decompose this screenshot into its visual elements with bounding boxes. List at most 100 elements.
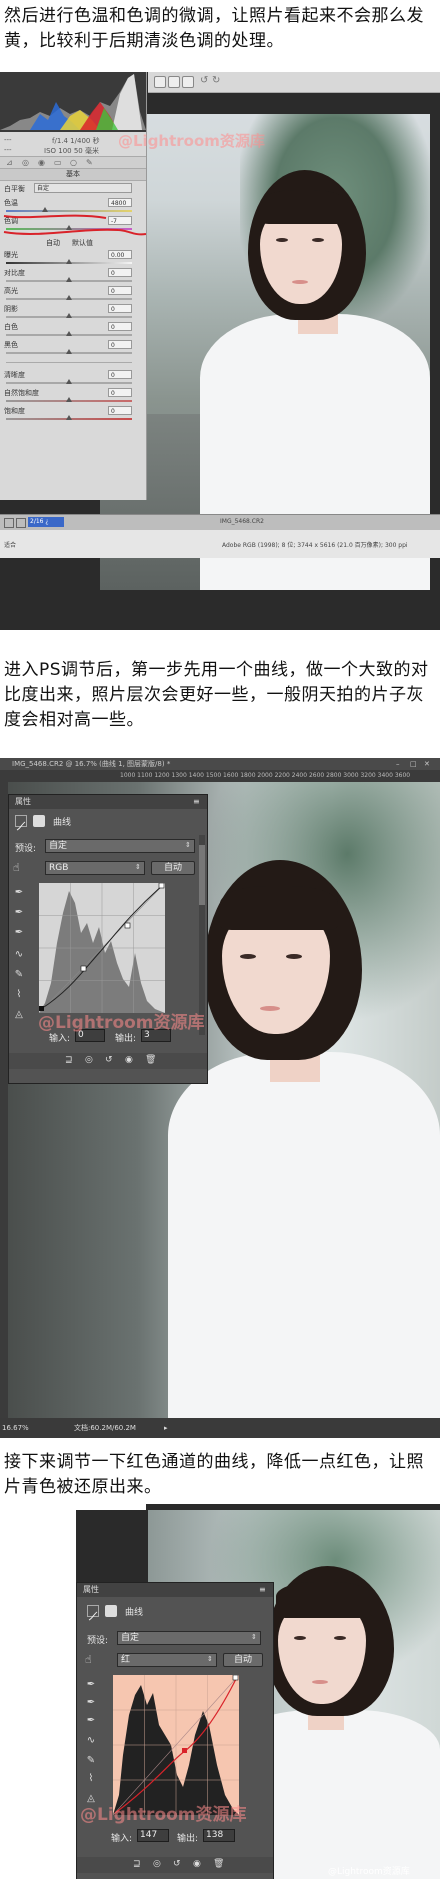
vibrance-slider-handle[interactable] [66, 397, 72, 402]
tone-default-button[interactable]: 默认值 [72, 238, 93, 248]
minimize-icon[interactable]: – [396, 758, 400, 770]
corner-watermark: @Lightroom资源库 [328, 1867, 410, 1877]
document-tab-title[interactable]: IMG_5468.CR2 @ 16.7% (曲线 1, 图层蒙版/8) * [12, 758, 170, 770]
hand-adjust-icon[interactable]: ☝ [85, 1653, 92, 1666]
status-zoom[interactable]: 16.67% [2, 1418, 29, 1438]
curve-edit-icon[interactable]: ∿ [13, 949, 25, 961]
channel-select[interactable]: 红 [117, 1653, 217, 1667]
whites-row: 白色 0 [0, 322, 146, 340]
pencil-icon[interactable]: ✎ [13, 969, 25, 981]
chevron-down-icon[interactable]: ⇕ [185, 841, 191, 849]
brush-icon[interactable]: ✎ [86, 158, 93, 167]
slider-value[interactable]: 0 [108, 286, 132, 295]
exposure-slider-handle[interactable] [66, 259, 72, 264]
clarity-slider-handle[interactable] [66, 379, 72, 384]
maximize-icon[interactable]: □ [410, 758, 417, 770]
auto-button[interactable]: 自动 [223, 1653, 263, 1667]
delete-icon[interactable]: 🗑 [213, 1859, 224, 1869]
clip-to-layer-icon[interactable]: ⊒ [133, 1859, 141, 1869]
curve-point-shadow[interactable] [80, 965, 87, 972]
curve-edit-icon[interactable]: ∿ [85, 1735, 97, 1747]
compare-icon[interactable] [182, 76, 194, 88]
reset-icon[interactable]: ↺ [105, 1055, 113, 1065]
status-arrow-icon[interactable]: ▸ [164, 1418, 168, 1438]
reset-icon[interactable]: ↺ [173, 1859, 181, 1869]
zoom-label[interactable]: 适合 [4, 540, 16, 549]
slider-value[interactable]: 0.00 [108, 250, 132, 259]
visibility-icon[interactable]: ◉ [193, 1859, 201, 1869]
rotate-left-icon[interactable]: ↺ [200, 75, 208, 86]
curve-point-white[interactable] [158, 883, 165, 889]
shadows-slider-handle[interactable] [66, 313, 72, 318]
close-icon[interactable]: ✕ [424, 758, 430, 770]
chevron-down-icon[interactable]: ⇕ [207, 1655, 213, 1663]
properties-tab[interactable]: 属性 [15, 795, 31, 809]
panel-menu-icon[interactable]: ≡ [193, 795, 200, 809]
curve-point-mid[interactable] [182, 1748, 187, 1753]
slider-value[interactable]: 0 [108, 370, 132, 379]
preset-select[interactable]: 自定 [117, 1631, 261, 1645]
pencil-icon[interactable]: ✎ [85, 1755, 97, 1767]
slider-value[interactable]: 0 [108, 322, 132, 331]
delete-icon[interactable]: 🗑 [145, 1055, 156, 1065]
chevron-down-icon[interactable]: ⇕ [135, 863, 141, 871]
basic-panel-header[interactable]: 基本 [0, 168, 146, 181]
crop-tool-icon[interactable]: ⊿ [6, 158, 13, 167]
curves-graph-red[interactable] [113, 1675, 239, 1815]
blacks-slider-handle[interactable] [66, 349, 72, 354]
eyedropper-black-icon[interactable]: ✒ [13, 887, 25, 899]
smooth-icon[interactable]: ⌇ [13, 989, 25, 1001]
ruler-ticks: 1000 1100 1200 1300 1400 1500 1600 1800 … [120, 772, 411, 779]
smooth-icon[interactable]: ⌇ [85, 1773, 97, 1785]
highlights-slider-handle[interactable] [66, 295, 72, 300]
clipping-warning-icon[interactable]: ◬ [13, 1009, 25, 1021]
visibility-icon[interactable]: ◉ [125, 1055, 133, 1065]
channel-select[interactable]: RGB [45, 861, 145, 875]
chevron-down-icon[interactable]: ⇕ [251, 1633, 257, 1641]
input-field[interactable]: 147 [137, 1829, 169, 1842]
crop-icon[interactable] [154, 76, 166, 88]
hand-adjust-icon[interactable]: ☝ [13, 861, 20, 874]
whites-slider-handle[interactable] [66, 331, 72, 336]
eyedropper-gray-icon[interactable]: ✒ [85, 1697, 97, 1709]
view-mode-icon[interactable] [4, 518, 14, 528]
saturation-slider-handle[interactable] [66, 415, 72, 420]
scrollbar-thumb[interactable] [199, 845, 205, 905]
slider-value[interactable]: 0 [108, 304, 132, 313]
layer-mask-icon[interactable] [33, 815, 45, 827]
clip-to-layer-icon[interactable]: ⊒ [65, 1055, 73, 1065]
eyedropper-black-icon[interactable]: ✒ [85, 1679, 97, 1691]
contrast-slider-handle[interactable] [66, 277, 72, 282]
tone-auto-button[interactable]: 自动 [46, 238, 60, 248]
white-balance-select[interactable]: 自定 [34, 183, 132, 193]
slider-value[interactable]: 0 [108, 406, 132, 415]
properties-tab[interactable]: 属性 [83, 1583, 99, 1597]
radial-filter-icon[interactable]: ○ [70, 158, 77, 167]
grid-icon[interactable] [168, 76, 180, 88]
preset-select[interactable]: 自定 [45, 839, 195, 853]
eyedropper-white-icon[interactable]: ✒ [13, 927, 25, 939]
iso-info: ISO 100 50 毫米 [44, 147, 99, 155]
spot-removal-icon[interactable]: ◎ [22, 158, 29, 167]
redeye-icon[interactable]: ◉ [38, 158, 45, 167]
compare-mode-icon[interactable] [16, 518, 26, 528]
layer-mask-icon[interactable] [105, 1605, 117, 1617]
photoshop-red-channel-screenshot: 属性 ≡ 曲线 预设: 自定 ⇕ ☝ 红 ⇕ 自动 ✒ ✒ ✒ ∿ ✎ ⌇ ◬ [76, 1510, 440, 1879]
eyedropper-gray-icon[interactable]: ✒ [13, 907, 25, 919]
graduated-filter-icon[interactable]: ▭ [54, 158, 62, 167]
view-previous-icon[interactable]: ◎ [85, 1055, 93, 1065]
eyedropper-white-icon[interactable]: ✒ [85, 1715, 97, 1727]
slider-value[interactable]: 0 [108, 268, 132, 277]
panel-scrollbar[interactable] [199, 835, 205, 1035]
rotate-right-icon[interactable]: ↻ [212, 75, 220, 86]
auto-button[interactable]: 自动 [151, 861, 195, 875]
intro-text-1: 然后进行色温和色调的微调，让照片看起来不会那么发黄，比较利于后期清淡色调的处理。 [4, 6, 424, 51]
curve-point-white[interactable] [232, 1675, 239, 1681]
slider-value[interactable]: 0 [108, 340, 132, 349]
panel-menu-icon[interactable]: ≡ [259, 1583, 266, 1597]
view-previous-icon[interactable]: ◎ [153, 1859, 161, 1869]
curve-point-highlight[interactable] [124, 922, 131, 929]
slider-value[interactable]: 0 [108, 388, 132, 397]
curves-graph[interactable] [39, 883, 165, 1013]
output-field[interactable]: 138 [203, 1829, 235, 1842]
